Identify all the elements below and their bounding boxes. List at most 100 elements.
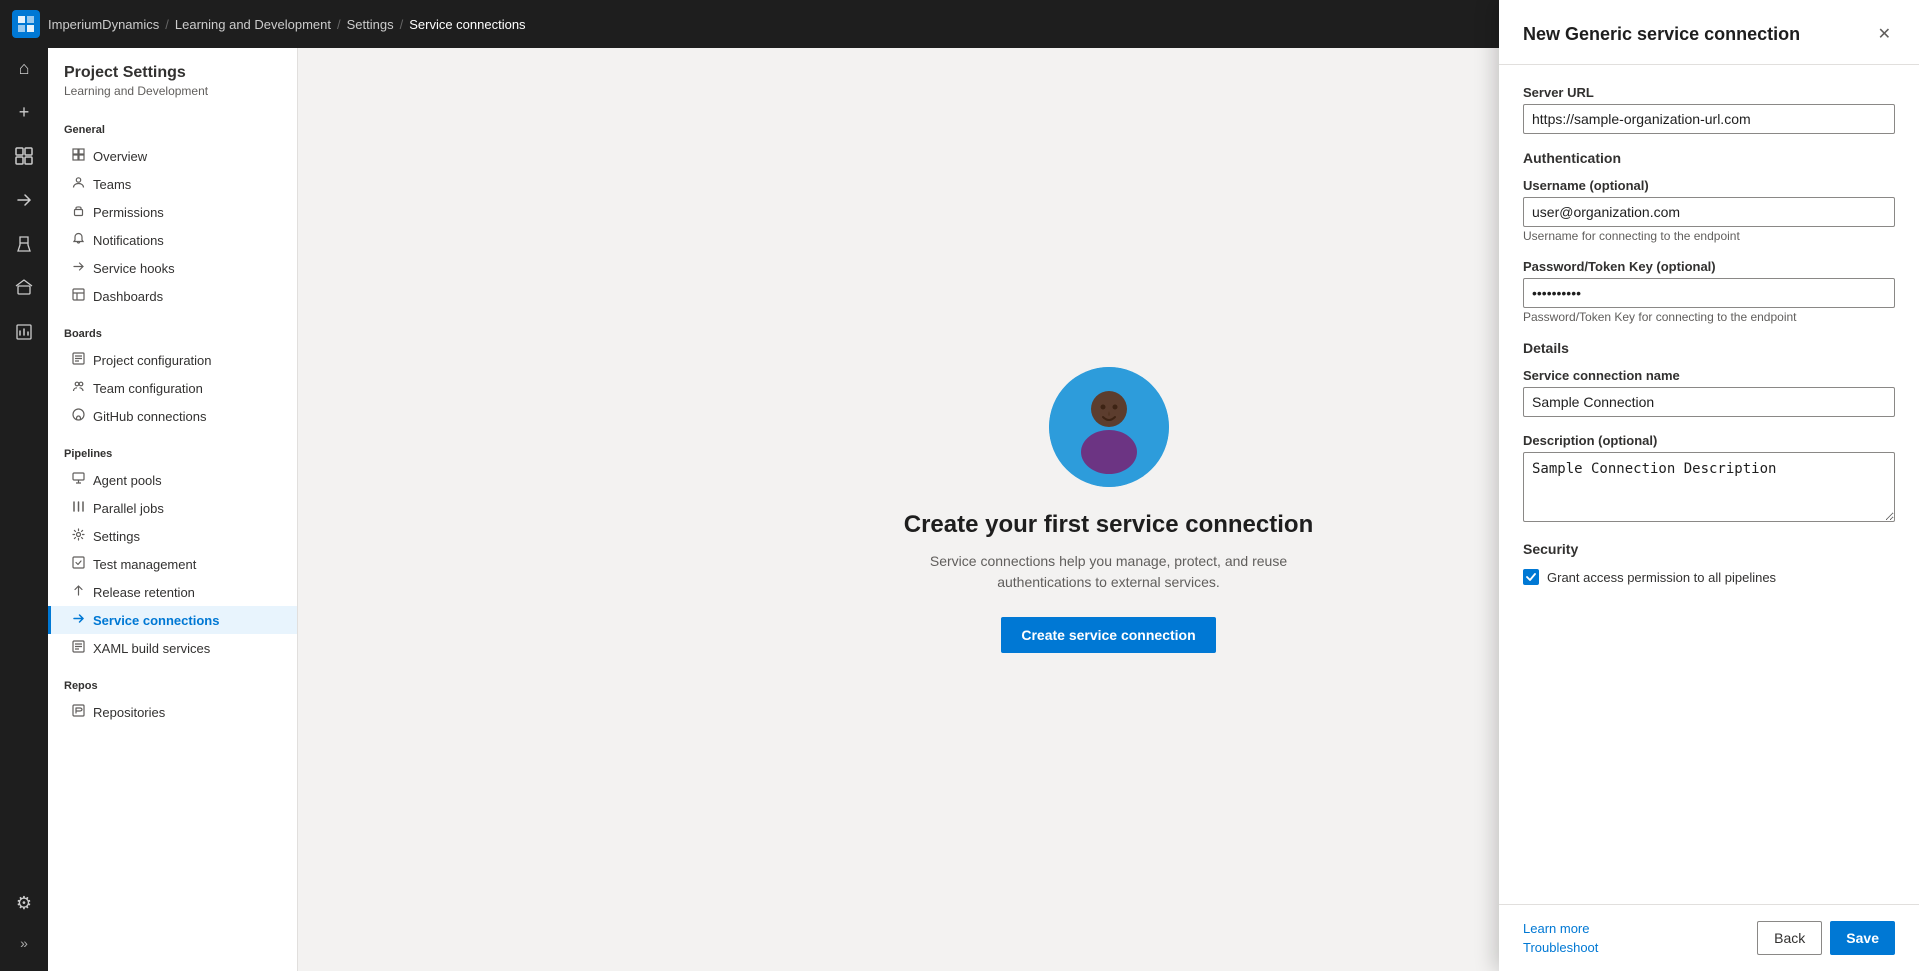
sidebar-item-service-hooks[interactable]: Service hooks: [48, 254, 297, 282]
rail-item-pipelines[interactable]: [4, 180, 44, 220]
description-textarea[interactable]: Sample Connection Description: [1523, 452, 1895, 522]
username-hint: Username for connecting to the endpoint: [1523, 229, 1895, 243]
password-input[interactable]: [1523, 278, 1895, 308]
sidebar-item-repositories[interactable]: Repositories: [48, 698, 297, 726]
panel-body: Server URL Authentication Username (opti…: [1499, 65, 1919, 904]
panel-close-button[interactable]: ✕: [1874, 20, 1895, 48]
grant-access-row: Grant access permission to all pipelines: [1523, 569, 1895, 585]
sidebar-item-xaml-build[interactable]: XAML build services: [48, 634, 297, 662]
authentication-section-label: Authentication: [1523, 150, 1895, 166]
sidebar-label-project-config: Project configuration: [93, 353, 212, 368]
grant-access-label: Grant access permission to all pipelines: [1547, 570, 1776, 585]
sidebar-label-overview: Overview: [93, 149, 147, 164]
server-url-group: Server URL: [1523, 85, 1895, 134]
rail-item-artifacts[interactable]: [4, 268, 44, 308]
description-label: Description (optional): [1523, 433, 1895, 448]
service-connection-panel: New Generic service connection ✕ Server …: [1499, 0, 1919, 971]
sidebar-section-label-general: General: [48, 118, 297, 142]
service-hooks-icon: [72, 260, 85, 276]
sidebar-label-teams: Teams: [93, 177, 131, 192]
panel-title: New Generic service connection: [1523, 24, 1800, 45]
xaml-build-icon: [72, 640, 85, 656]
username-input[interactable]: [1523, 197, 1895, 227]
breadcrumb-org[interactable]: ImperiumDynamics: [48, 17, 159, 32]
sidebar-section-general: General Overview Teams Permissions Notif…: [48, 118, 297, 310]
rail-item-home[interactable]: ⌂: [4, 48, 44, 88]
sidebar-label-permissions: Permissions: [93, 205, 164, 220]
sidebar-label-github-connections: GitHub connections: [93, 409, 206, 424]
main-heading: Create your first service connection: [899, 511, 1319, 539]
back-button[interactable]: Back: [1757, 921, 1822, 955]
sidebar-item-dashboards[interactable]: Dashboards: [48, 282, 297, 310]
breadcrumb-current: Service connections: [409, 17, 525, 32]
dashboards-icon: [72, 288, 85, 304]
create-service-connection-button[interactable]: Create service connection: [1001, 617, 1215, 653]
sidebar-item-project-config[interactable]: Project configuration: [48, 346, 297, 374]
connection-name-input[interactable]: [1523, 387, 1895, 417]
sidebar-section-label-pipelines: Pipelines: [48, 442, 297, 466]
sidebar-label-dashboards: Dashboards: [93, 289, 163, 304]
sidebar-label-team-config: Team configuration: [93, 381, 203, 396]
sidebar-item-settings[interactable]: Settings: [48, 522, 297, 550]
sidebar-item-team-config[interactable]: Team configuration: [48, 374, 297, 402]
sidebar-section-repos: Repos Repositories: [48, 674, 297, 726]
panel-footer: Learn more Troubleshoot Back Save: [1499, 904, 1919, 971]
rail-item-reports[interactable]: [4, 312, 44, 352]
rail-bottom: ⚙ »: [4, 883, 44, 963]
panel-footer-buttons: Back Save: [1757, 921, 1895, 955]
sidebar-item-teams[interactable]: Teams: [48, 170, 297, 198]
rail-item-settings[interactable]: ⚙: [4, 883, 44, 923]
sidebar-item-parallel-jobs[interactable]: Parallel jobs: [48, 494, 297, 522]
rail-expand[interactable]: »: [4, 923, 44, 963]
sidebar-title: Project Settings: [64, 64, 281, 82]
connection-name-group: Service connection name: [1523, 368, 1895, 417]
sidebar: Project Settings Learning and Developmen…: [48, 0, 298, 971]
rail-item-test[interactable]: [4, 224, 44, 264]
breadcrumb-sep-3: /: [400, 17, 404, 32]
rail-item-boards[interactable]: [4, 136, 44, 176]
settings-icon: [72, 528, 85, 544]
overview-icon: [72, 148, 85, 164]
learn-more-link[interactable]: Learn more: [1523, 921, 1598, 936]
sidebar-item-overview[interactable]: Overview: [48, 142, 297, 170]
sidebar-item-test-management[interactable]: Test management: [48, 550, 297, 578]
breadcrumb-settings[interactable]: Settings: [347, 17, 394, 32]
team-config-icon: [72, 380, 85, 396]
breadcrumb-project[interactable]: Learning and Development: [175, 17, 331, 32]
sidebar-item-agent-pools[interactable]: Agent pools: [48, 466, 297, 494]
rail-item-new[interactable]: +: [4, 92, 44, 132]
sidebar-label-service-connections: Service connections: [93, 613, 219, 628]
parallel-jobs-icon: [72, 500, 85, 516]
sidebar-label-test-management: Test management: [93, 557, 196, 572]
sidebar-section-label-boards: Boards: [48, 322, 297, 346]
password-hint: Password/Token Key for connecting to the…: [1523, 310, 1895, 324]
panel-header: New Generic service connection ✕: [1499, 0, 1919, 65]
troubleshoot-link[interactable]: Troubleshoot: [1523, 940, 1598, 955]
save-button[interactable]: Save: [1830, 921, 1895, 955]
server-url-input[interactable]: [1523, 104, 1895, 134]
panel-footer-links: Learn more Troubleshoot: [1523, 921, 1598, 955]
service-connections-icon: [72, 612, 85, 628]
sidebar-item-service-connections[interactable]: Service connections: [48, 606, 297, 634]
app-logo[interactable]: [12, 10, 40, 38]
server-url-label: Server URL: [1523, 85, 1895, 100]
sidebar-item-release-retention[interactable]: Release retention: [48, 578, 297, 606]
agent-pools-icon: [72, 472, 85, 488]
illustration-avatar: [1049, 367, 1169, 487]
sidebar-item-notifications[interactable]: Notifications: [48, 226, 297, 254]
sidebar-subtitle: Learning and Development: [64, 84, 281, 98]
security-section-label: Security: [1523, 541, 1895, 557]
details-section-label: Details: [1523, 340, 1895, 356]
username-group: Username (optional) Username for connect…: [1523, 178, 1895, 243]
description-group: Description (optional) Sample Connection…: [1523, 433, 1895, 525]
main-center: Create your first service connection Ser…: [899, 367, 1319, 653]
sidebar-item-permissions[interactable]: Permissions: [48, 198, 297, 226]
sidebar-label-settings: Settings: [93, 529, 140, 544]
release-retention-icon: [72, 584, 85, 600]
grant-access-checkbox[interactable]: [1523, 569, 1539, 585]
password-label: Password/Token Key (optional): [1523, 259, 1895, 274]
sidebar-item-github-connections[interactable]: GitHub connections: [48, 402, 297, 430]
sidebar-label-service-hooks: Service hooks: [93, 261, 175, 276]
sidebar-section-label-repos: Repos: [48, 674, 297, 698]
project-config-icon: [72, 352, 85, 368]
